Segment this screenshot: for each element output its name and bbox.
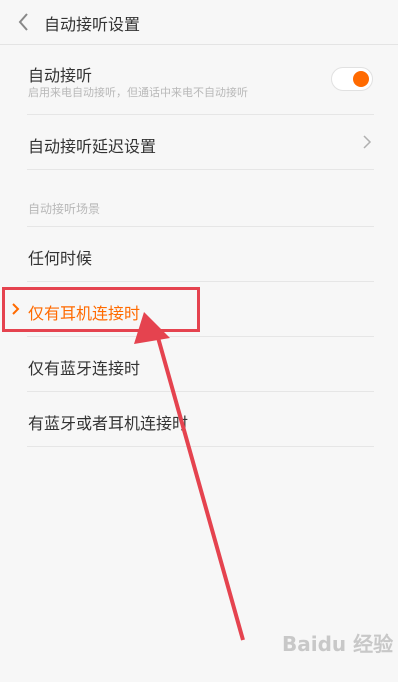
- toggle-knob: [353, 71, 369, 87]
- option-label: 有蓝牙或者耳机连接时: [28, 414, 189, 433]
- chevron-left-icon: [18, 13, 28, 31]
- auto-answer-title: 自动接听: [28, 66, 93, 85]
- delay-settings-label: 自动接听延迟设置: [28, 137, 157, 156]
- watermark: Baidu 经验: [282, 632, 394, 656]
- highlight-box: [2, 287, 200, 332]
- divider: [27, 446, 374, 447]
- auto-answer-subtitle: 启用来电自动接听，但通话中来电不自动接听: [28, 86, 248, 99]
- back-button[interactable]: [10, 8, 38, 36]
- auto-answer-toggle[interactable]: [331, 67, 373, 91]
- divider: [27, 169, 374, 170]
- page-title: 自动接听设置: [44, 15, 141, 34]
- chevron-right-icon: [363, 135, 372, 149]
- option-label: 任何时候: [28, 249, 93, 268]
- option-label: 仅有蓝牙连接时: [28, 359, 141, 378]
- section-label: 自动接听场景: [28, 202, 101, 216]
- app-header: 自动接听设置: [0, 0, 398, 45]
